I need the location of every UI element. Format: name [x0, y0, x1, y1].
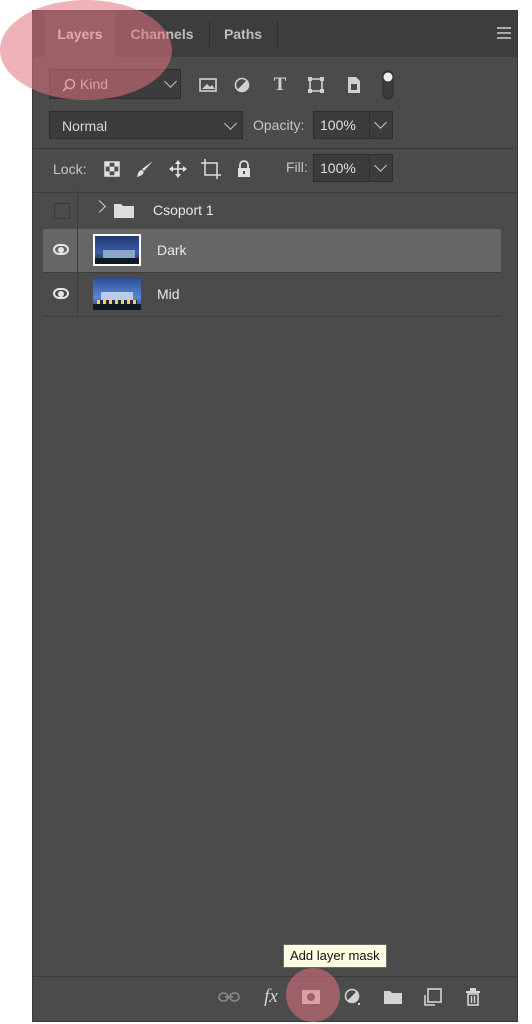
add-layer-mask-icon[interactable]: [299, 985, 323, 1009]
tab-divider: [209, 21, 210, 47]
new-layer-icon[interactable]: [421, 985, 445, 1009]
shape-filter-icon[interactable]: [305, 75, 327, 95]
visibility-toggle[interactable]: [43, 273, 78, 316]
opacity-field[interactable]: 100%: [313, 111, 393, 139]
search-icon: [62, 78, 76, 92]
layer-thumbnail[interactable]: [93, 278, 141, 310]
eye-icon: [53, 244, 69, 255]
fill-field[interactable]: 100%: [313, 154, 393, 182]
lock-all-icon[interactable]: [233, 158, 255, 180]
layer-name: Csoport 1: [153, 202, 214, 218]
smart-object-filter-icon[interactable]: [343, 75, 365, 95]
lock-position-icon[interactable]: [167, 158, 189, 180]
tab-divider: [277, 21, 278, 47]
hidden-visibility-box[interactable]: [54, 203, 70, 219]
filter-kind-label: Kind: [80, 76, 109, 92]
tab-channels[interactable]: Channels: [117, 11, 207, 57]
folder-icon: [114, 204, 134, 218]
fill-dropdown-button[interactable]: [369, 155, 392, 181]
type-filter-icon[interactable]: T: [269, 74, 291, 95]
image-filter-icon[interactable]: [197, 75, 219, 95]
lock-transparent-pixels-icon[interactable]: [101, 158, 123, 180]
opacity-dropdown-button[interactable]: [369, 112, 392, 138]
panel-menu-icon[interactable]: [497, 27, 511, 39]
opacity-label: Opacity:: [253, 117, 305, 133]
delete-layer-icon[interactable]: [461, 985, 485, 1009]
chevron-down-icon: [374, 116, 387, 129]
layer-name: Dark: [157, 242, 187, 258]
layer-row-group[interactable]: Csoport 1: [43, 189, 501, 233]
blend-mode-value: Normal: [62, 118, 108, 134]
panel-bottom-bar: fx: [33, 976, 517, 1021]
filter-kind-select[interactable]: Kind: [49, 69, 181, 99]
add-layer-mask-tooltip: Add layer mask: [283, 944, 387, 968]
eye-icon: [53, 288, 69, 299]
visibility-toggle[interactable]: [43, 229, 78, 272]
chevron-down-icon: [374, 159, 387, 172]
visibility-toggle[interactable]: [43, 189, 78, 232]
tab-paths[interactable]: Paths: [211, 11, 275, 57]
thumbnail-ground: [95, 258, 139, 264]
chevron-down-icon: [164, 75, 177, 88]
lock-label: Lock:: [53, 161, 87, 177]
chevron-down-icon: [224, 117, 237, 130]
layers-panel: Layers Channels Paths Kind T Normal Opac…: [32, 10, 518, 1022]
adjustment-layer-icon[interactable]: [341, 985, 365, 1009]
opacity-value: 100%: [320, 117, 356, 133]
layer-style-fx-icon[interactable]: fx: [259, 985, 283, 1009]
layer-row-dark[interactable]: Dark: [43, 229, 501, 273]
blend-mode-select[interactable]: Normal: [49, 111, 243, 139]
layer-name: Mid: [157, 286, 180, 302]
lock-image-pixels-icon[interactable]: [134, 158, 156, 180]
tab-layers[interactable]: Layers: [45, 11, 115, 57]
link-layers-icon[interactable]: [217, 985, 241, 1009]
layer-row-mid[interactable]: Mid: [43, 273, 501, 317]
panel-tab-bar: Layers Channels Paths: [33, 11, 517, 57]
lock-artboard-icon[interactable]: [200, 158, 222, 180]
new-group-icon[interactable]: [381, 985, 405, 1009]
fill-value: 100%: [320, 160, 356, 176]
thumbnail-ground: [93, 304, 141, 310]
fill-label: Fill:: [286, 159, 308, 175]
filter-toggle-icon[interactable]: [377, 69, 399, 101]
adjustment-filter-icon[interactable]: [231, 75, 253, 95]
chevron-right-icon[interactable]: [93, 200, 106, 213]
layer-thumbnail[interactable]: [93, 234, 141, 266]
divider: [33, 147, 517, 149]
